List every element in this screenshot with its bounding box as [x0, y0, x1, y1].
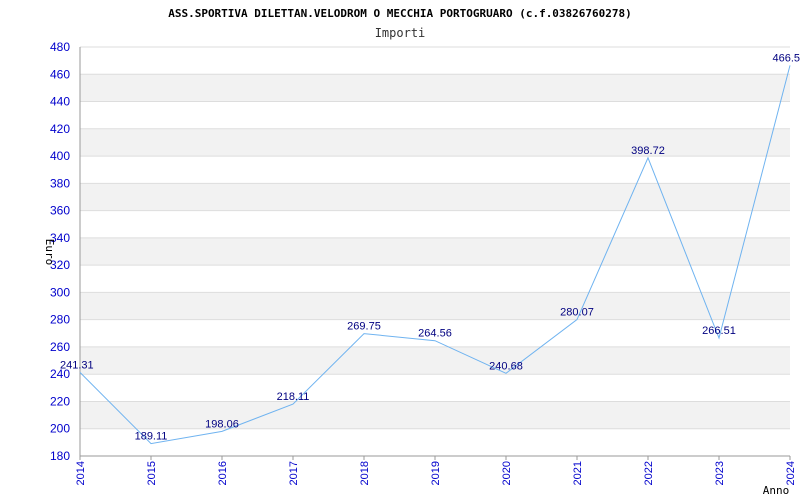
grid-band: [80, 74, 790, 102]
y-tick-label: 400: [50, 149, 70, 163]
data-label: 264.56: [418, 328, 452, 340]
x-tick-label: 2024: [785, 461, 797, 485]
y-tick-label: 420: [50, 122, 70, 136]
x-tick-label: 2015: [146, 461, 158, 485]
y-tick-label: 480: [50, 40, 70, 54]
y-tick-label: 260: [50, 340, 70, 354]
y-tick-label: 180: [50, 449, 70, 463]
y-tick-label: 200: [50, 422, 70, 436]
data-label: 266.51: [702, 325, 736, 337]
data-label: 198.06: [205, 418, 239, 430]
background-bands: [80, 74, 790, 429]
data-label: 280.07: [560, 307, 594, 319]
x-tick-label: 2022: [643, 461, 655, 485]
x-tick-label: 2021: [572, 461, 584, 485]
grid-band: [80, 292, 790, 320]
y-tick-label: 460: [50, 67, 70, 81]
x-tick-label: 2018: [359, 461, 371, 485]
grid-band: [80, 237, 790, 266]
x-tick-label: 2014: [75, 461, 87, 485]
data-label: 240.68: [489, 360, 523, 372]
y-tick-label: 440: [50, 95, 70, 109]
grid-band: [80, 183, 790, 211]
grid-band: [80, 401, 790, 429]
chart-subtitle: Importi: [375, 26, 426, 40]
y-tick-label: 280: [50, 313, 70, 327]
x-tick-label: 2023: [714, 461, 726, 485]
x-axis-ticks: 2014 2015 2016 2017 2018 2019 2020 2021 2022 2023…: [75, 456, 797, 485]
y-axis-label: Euro: [43, 239, 56, 266]
chart-title: ASS.SPORTIVA DILETTAN.VELODROM O MECCHIA…: [168, 7, 632, 20]
grid-band: [80, 128, 790, 157]
y-tick-label: 360: [50, 204, 70, 218]
line-chart: 1802002202402602803003203403603804004204…: [43, 7, 800, 497]
x-axis-label: Anno: [763, 484, 790, 497]
data-label: 241.31: [60, 359, 94, 371]
data-label: 269.75: [347, 321, 381, 333]
grid-band: [80, 346, 790, 375]
x-tick-label: 2017: [288, 461, 300, 485]
data-label: 189.11: [135, 431, 168, 443]
y-tick-label: 300: [50, 285, 70, 299]
x-tick-label: 2019: [430, 461, 442, 485]
y-tick-label: 380: [50, 176, 70, 190]
data-label: 398.72: [631, 145, 665, 157]
data-label: 218.11: [277, 391, 310, 403]
x-tick-label: 2020: [501, 461, 513, 485]
data-label: 466.5: [772, 52, 800, 64]
x-tick-label: 2016: [217, 461, 229, 485]
y-tick-label: 220: [50, 394, 70, 408]
